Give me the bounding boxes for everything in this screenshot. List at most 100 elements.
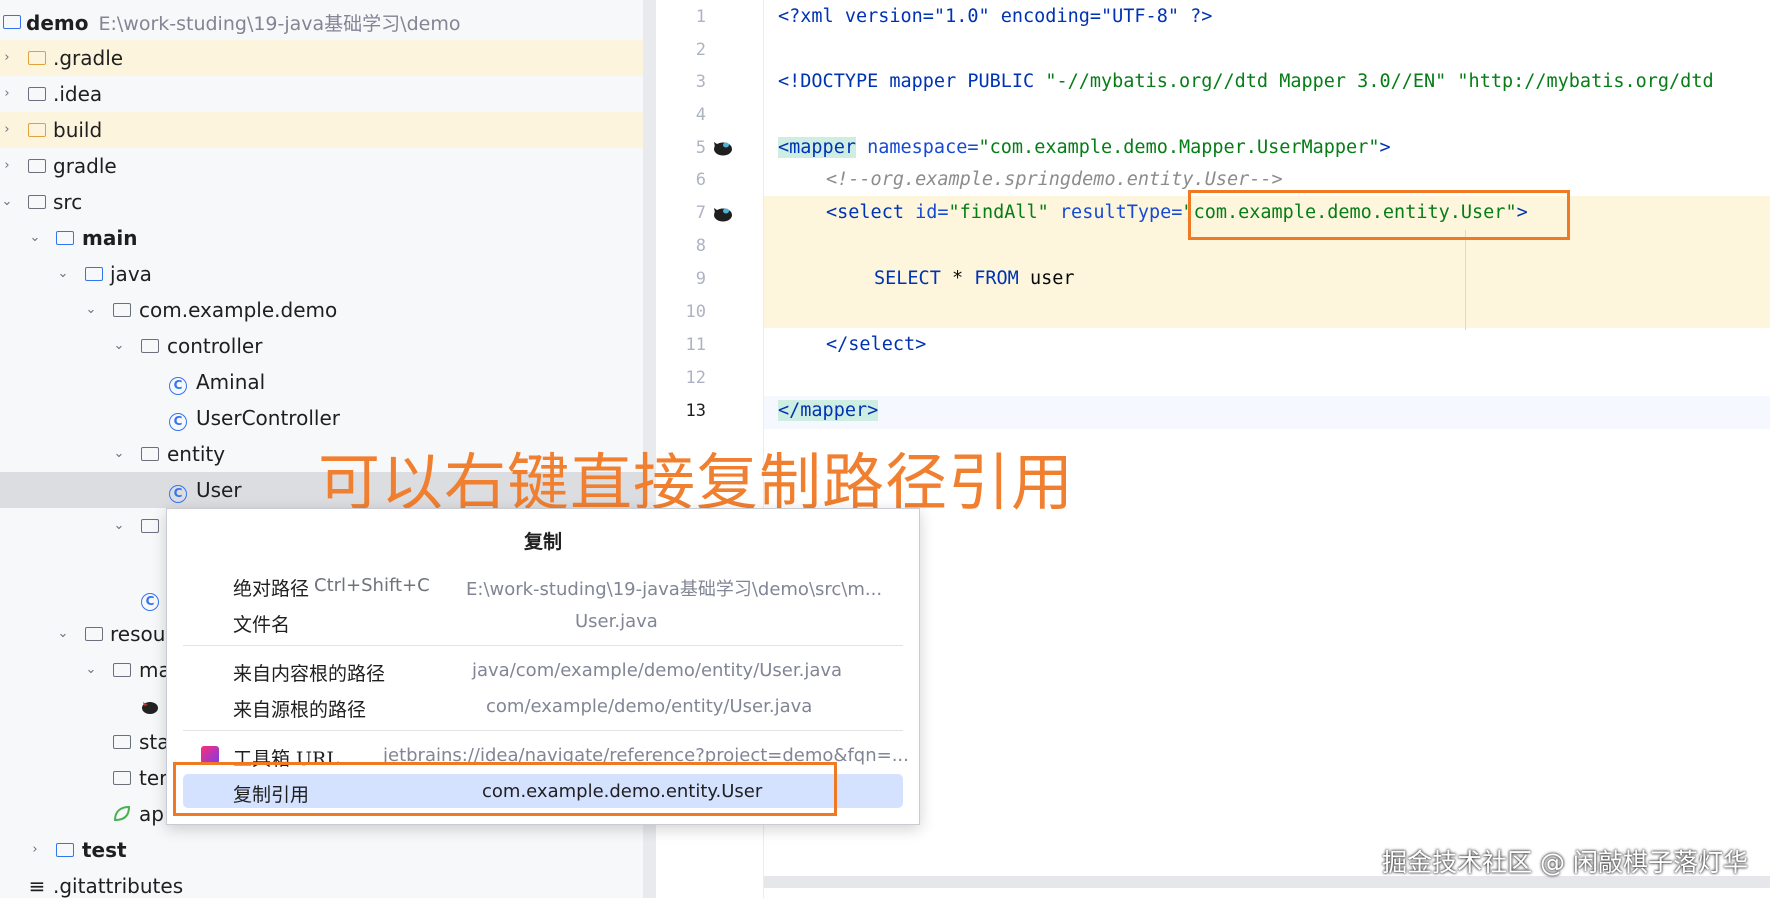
package-icon [140,516,160,536]
tree-item-label: User [196,478,242,502]
code-line-9[interactable]: SELECT * FROM user [874,268,1075,289]
line-number: 5 [695,138,706,158]
menu-item-value: User.java [575,611,658,632]
menu-item-content-root-path[interactable]: 来自内容根的路径 java/com/example/demo/entity/Us… [183,653,903,687]
package-icon [140,444,160,464]
tree-item-label: build [53,118,103,142]
chevron-down-icon[interactable]: ⌄ [56,267,70,281]
chevron-down-icon[interactable]: ⌄ [84,663,98,677]
tree-item-label: .gitattributes [53,874,184,898]
mybatis-bird-icon[interactable] [712,202,734,224]
text-file-icon: ≡ [28,874,46,898]
menu-item-value: java/com/example/demo/entity/User.java [472,660,843,681]
tree-item-java[interactable]: ⌄ java [0,256,643,292]
line-number: 12 [685,368,706,388]
tree-item-label: ter [139,766,168,790]
menu-item-label: 来自源根的路径 [233,699,367,721]
tree-item-build[interactable]: › build [0,112,643,148]
tree-item-controller[interactable]: ⌄ controller [0,328,643,364]
folder-icon [27,156,47,176]
chevron-down-icon[interactable]: ⌄ [56,627,70,641]
menu-item-value: E:\work-studing\19-java基础学习\demo\src\m..… [466,579,883,600]
module-icon [2,12,22,32]
tree-item-gradle-cache[interactable]: › .gradle [0,40,643,76]
chevron-right-icon[interactable]: › [28,843,42,857]
class-icon: C [140,588,160,611]
line-number: 2 [695,40,706,60]
line-number: 9 [695,269,706,289]
folder-icon [112,768,132,788]
current-line-highlight [764,396,1770,429]
chevron-right-icon[interactable]: › [0,87,14,101]
mybatis-bird-icon [140,696,160,716]
line-number: 13 [685,401,706,421]
tree-item-usercontroller[interactable]: C UserController [0,400,643,436]
copy-reference-highlight-box [173,762,837,816]
code-line-6[interactable]: <!--org.example.springdemo.entity.User--… [826,169,1283,190]
chevron-right-icon[interactable]: › [0,123,14,137]
line-number: 11 [685,335,706,355]
class-icon: C [168,408,188,431]
tree-root[interactable]: demo E:\work-studing\19-java基础学习\demo [0,4,643,40]
menu-item-label: 文件名 [233,614,291,636]
tree-item-gitattributes[interactable]: ≡ .gitattributes [0,868,643,898]
root-name: demo [26,10,89,35]
tree-item-main[interactable]: ⌄ main [0,220,643,256]
code-line-3[interactable]: <!DOCTYPE mapper PUBLIC "-//mybatis.org/… [778,71,1714,92]
tree-item-label: UserController [196,406,340,430]
line-number: 1 [695,7,706,27]
line-number: 8 [695,236,706,256]
menu-item-label: 来自内容根的路径 [233,663,386,685]
chevron-down-icon[interactable]: ⌄ [28,231,42,245]
line-number: 7 [695,203,706,223]
tree-item-label: ap [139,802,164,826]
package-icon [112,300,132,320]
menu-item-absolute-path[interactable]: 绝对路径 Ctrl+Shift+C E:\work-studing\19-jav… [183,568,903,602]
chevron-down-icon[interactable]: ⌄ [84,303,98,317]
chevron-right-icon[interactable]: › [0,159,14,173]
tree-item-test[interactable]: › test [0,832,643,868]
code-line-1[interactable]: <?xml version="1.0" encoding="UTF-8" ?> [778,6,1212,27]
class-icon: C [168,480,188,503]
tree-item-label: com.example.demo [139,298,338,322]
folder-icon [27,120,47,140]
code-line-13[interactable]: </mapper> [778,400,879,421]
class-icon: C [168,372,188,395]
folder-icon [27,84,47,104]
tree-item-label: resour [110,622,174,646]
menu-separator [183,645,903,646]
tree-item-label: .idea [53,82,103,106]
code-line-5[interactable]: <mapper namespace="com.example.demo.Mapp… [778,137,1391,158]
chevron-down-icon[interactable]: ⌄ [0,195,14,209]
line-number: 4 [695,105,706,125]
tree-item-gradle[interactable]: › gradle [0,148,643,184]
chevron-down-icon[interactable]: ⌄ [112,519,126,533]
menu-item-label: 绝对路径 [233,578,310,600]
chevron-right-icon[interactable]: › [0,51,14,65]
tree-item-label: controller [167,334,263,358]
indent-guide [1465,230,1466,330]
tree-item-label: gradle [53,154,117,178]
menu-item-source-root-path[interactable]: 来自源根的路径 com/example/demo/entity/User.jav… [183,689,903,723]
chevron-down-icon[interactable]: ⌄ [112,339,126,353]
tree-item-idea[interactable]: › .idea [0,76,643,112]
source-folder-icon [55,228,75,248]
tree-item-src[interactable]: ⌄ src [0,184,643,220]
line-number: 6 [695,170,706,190]
menu-item-file-name[interactable]: 文件名 User.java [183,604,903,638]
tree-item-label: src [53,190,83,214]
line-number: 3 [695,72,706,92]
source-folder-icon [84,264,104,284]
menu-item-value: com/example/demo/entity/User.java [486,696,813,717]
tree-item-aminal[interactable]: C Aminal [0,364,643,400]
mybatis-bird-icon[interactable] [712,136,734,158]
package-icon [140,336,160,356]
menu-separator [183,730,903,731]
spring-leaf-icon [112,804,132,824]
chevron-down-icon[interactable]: ⌄ [112,447,126,461]
tree-item-label: test [82,838,127,862]
tree-item-package[interactable]: ⌄ com.example.demo [0,292,643,328]
root-path: E:\work-studing\19-java基础学习\demo [98,12,461,35]
code-line-11[interactable]: </select> [826,334,926,355]
line-number: 10 [685,302,706,322]
